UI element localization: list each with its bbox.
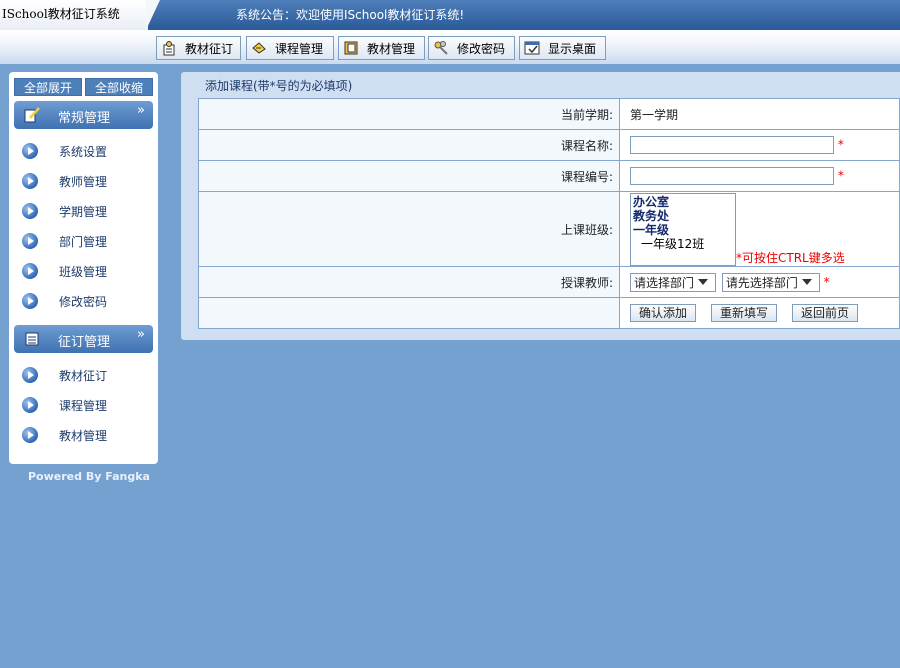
department-select[interactable]: 请选择部门 [630,272,716,292]
required-mark: * [837,137,844,152]
department-select-value: 请选择部门 [634,275,695,290]
arrow-bullet-icon [22,203,38,219]
course-code-input[interactable] [630,167,834,185]
sidebar-item-label: 教师管理 [59,175,108,189]
buttons-cell: 确认添加 重新填写 返回前页 [619,297,900,329]
sidebar-item-label: 系统设置 [59,145,108,159]
term-value: 第一学期 [619,98,900,130]
sidebar-item-label: 班级管理 [59,265,108,279]
arrow-bullet-icon [22,367,38,383]
sidebar-item-course-management[interactable]: 课程管理 [22,395,152,415]
sidebar-item-system-settings[interactable]: 系统设置 [22,141,152,161]
main-panel: 添加课程(带*号的为必填项) 当前学期: 第一学期 课程名称: * 课程编号: … [181,72,900,340]
required-mark: * [837,168,844,183]
toolbar-label: 课程管理 [275,41,324,56]
course-name-input[interactable] [630,136,834,154]
section-title: 常规管理 [58,111,111,126]
title-tab-corner [146,0,160,30]
powered-by-text: Powered By Fangka [28,470,150,483]
list-icon [24,331,40,347]
toolbar-button-course[interactable]: 课程管理 [246,36,334,60]
toolbar-button-book-order[interactable]: 教材征订 [156,36,241,60]
sidebar-item-label: 教材征订 [59,369,108,383]
buttons-label-cell [198,297,620,329]
arrow-bullet-icon [22,293,38,309]
sidebar-item-label: 学期管理 [59,205,108,219]
class-multiselect[interactable]: 办公室 教务处 一年级 一年级12班 [630,193,736,266]
top-bar: ISchool教材征订系统 系统公告：欢迎使用ISchool教材征订系统! [0,0,900,30]
sidebar-item-classes[interactable]: 班级管理 [22,261,152,281]
arrow-bullet-icon [22,397,38,413]
sidebar-item-terms[interactable]: 学期管理 [22,201,152,221]
pencil-icon [251,40,267,56]
chevron-right-icon: » [137,103,145,118]
course-name-cell: * [619,129,900,161]
edit-note-icon [24,107,40,123]
class-label: 上课班级: [198,191,620,267]
confirm-add-button[interactable]: 确认添加 [630,304,697,322]
chevron-down-icon [698,279,709,285]
chevron-right-icon: » [137,327,145,342]
toolbar-button-change-password[interactable]: 修改密码 [428,36,515,60]
toolbar-label: 教材征订 [185,41,234,56]
class-option-group[interactable]: 办公室 [633,195,733,209]
required-mark: * [823,274,830,289]
course-code-label: 课程编号: [198,160,620,192]
toolbar-label: 教材管理 [367,41,416,56]
term-label: 当前学期: [198,98,620,130]
collapse-all-button[interactable]: 全部收缩 [85,78,153,96]
sidebar-item-textbook-management[interactable]: 教材管理 [22,425,152,445]
expand-all-button[interactable]: 全部展开 [14,78,82,96]
sidebar: 全部展开 全部收缩 常规管理 » 系统设置 教师管理 学期管理 部门管理 班级管… [9,72,158,464]
arrow-bullet-icon [22,173,38,189]
teacher-select-value: 请先选择部门 [725,275,798,290]
arrow-bullet-icon [22,263,38,279]
book-order-icon [161,40,177,56]
class-option[interactable]: 一年级12班 [633,237,733,251]
reset-button[interactable]: 重新填写 [711,304,778,322]
sidebar-item-textbook-order[interactable]: 教材征订 [22,365,152,385]
book-icon [343,40,359,56]
back-button[interactable]: 返回前页 [792,304,859,322]
course-name-label: 课程名称: [198,129,620,161]
keys-icon [433,40,449,56]
toolbar-button-textbook[interactable]: 教材管理 [338,36,425,60]
section-title: 征订管理 [58,335,111,350]
sidebar-item-label: 部门管理 [59,235,108,249]
chevron-down-icon [801,279,812,285]
section-header-order[interactable]: 征订管理 » [14,325,153,353]
arrow-bullet-icon [22,427,38,443]
toolbar-label: 修改密码 [457,41,506,56]
teacher-cell: 请选择部门 请先选择部门 * [619,266,900,298]
multiselect-hint: *可按住CTRL键多选 [736,251,845,265]
teacher-label: 授课教师: [198,266,620,298]
toolbar-button-show-desktop[interactable]: 显示桌面 [519,36,606,60]
arrow-bullet-icon [22,143,38,159]
sidebar-item-label: 课程管理 [59,399,108,413]
section-header-general[interactable]: 常规管理 » [14,101,153,129]
toolbar: 教材征订 课程管理 教材管理 修改密码 显示桌面 [0,30,900,64]
desktop-icon [524,40,540,56]
course-code-cell: * [619,160,900,192]
add-course-form: 当前学期: 第一学期 课程名称: * 课程编号: * 上课班级: 办公室 教务处 [198,98,900,329]
arrow-bullet-icon [22,233,38,249]
sidebar-item-label: 修改密码 [59,295,108,309]
form-title: 添加课程(带*号的为必填项) [205,79,353,93]
teacher-select[interactable]: 请先选择部门 [721,272,820,292]
sidebar-item-departments[interactable]: 部门管理 [22,231,152,251]
system-notice: 系统公告：欢迎使用ISchool教材征订系统! [236,8,465,22]
toolbar-label: 显示桌面 [548,41,597,56]
sidebar-item-teachers[interactable]: 教师管理 [22,171,152,191]
sidebar-item-change-password[interactable]: 修改密码 [22,291,152,311]
class-cell: 办公室 教务处 一年级 一年级12班 *可按住CTRL键多选 [619,191,900,267]
class-option-group[interactable]: 教务处 [633,209,733,223]
class-option-group[interactable]: 一年级 [633,223,733,237]
sidebar-item-label: 教材管理 [59,429,108,443]
app-title: ISchool教材征订系统 [0,0,148,30]
